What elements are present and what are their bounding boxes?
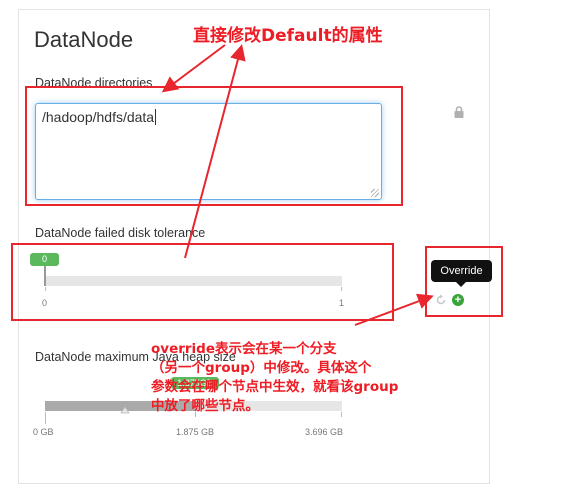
override-note-line: 中放了哪些节点。: [151, 398, 259, 414]
override-note-line: 参数会在哪个节点中生效，就看该group: [151, 379, 399, 395]
override-note-line: （另一个group）中修改。具体这个: [151, 360, 372, 376]
annotation-note-override: override表示会在某一个分支 （另一个group）中修改。具体这个 参数会…: [151, 340, 398, 416]
annotation-note-top: 直接修改Default的属性: [193, 26, 383, 46]
override-note-line: override表示会在某一个分支: [151, 341, 337, 357]
